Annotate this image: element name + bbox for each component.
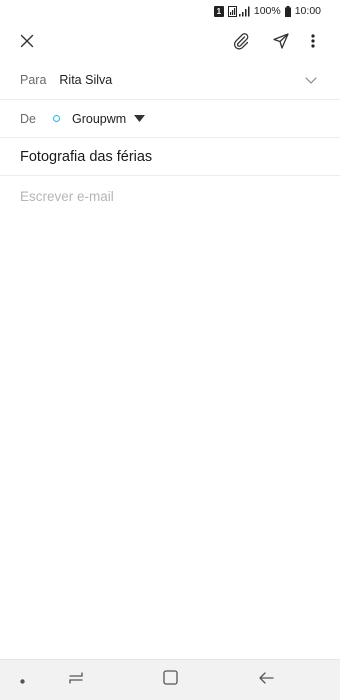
recent-apps-icon	[68, 671, 84, 690]
sim-badge: 1	[213, 5, 224, 17]
close-icon	[20, 34, 34, 53]
subject-text[interactable]: Fotografia das férias	[20, 149, 152, 165]
signal-icon	[227, 5, 250, 17]
from-account[interactable]: Groupwm	[72, 112, 126, 126]
attach-button[interactable]	[224, 26, 258, 60]
home-icon	[162, 670, 178, 690]
chevron-down-icon	[305, 71, 317, 89]
to-field-row[interactable]: Para Rita Silva	[0, 61, 340, 100]
subject-field[interactable]: Fotografia das férias	[0, 138, 340, 176]
close-button[interactable]	[10, 26, 44, 60]
navigation-bar	[0, 659, 340, 700]
recent-apps-button[interactable]	[54, 660, 98, 700]
paperclip-icon	[232, 32, 250, 55]
more-vertical-icon	[311, 33, 315, 53]
battery-icon	[284, 5, 291, 17]
battery-percent: 100%	[253, 5, 281, 17]
expand-recipients-button[interactable]	[300, 69, 322, 91]
status-bar: 1 100% 10:00	[0, 0, 340, 22]
body-placeholder: Escrever e-mail	[20, 189, 114, 204]
from-label: De	[20, 111, 36, 126]
more-options-button[interactable]	[296, 26, 330, 60]
back-icon	[258, 671, 274, 690]
send-icon	[272, 32, 290, 55]
account-indicator-icon	[52, 115, 60, 122]
to-label: Para	[20, 73, 47, 87]
from-field-row[interactable]: De Groupwm	[0, 100, 340, 138]
to-recipient[interactable]: Rita Silva	[59, 73, 112, 87]
email-body-input[interactable]: Escrever e-mail	[20, 180, 320, 659]
back-button[interactable]	[244, 660, 288, 700]
clock: 10:00	[294, 5, 321, 17]
home-button[interactable]	[148, 660, 192, 700]
dropdown-triangle-icon[interactable]	[134, 115, 146, 122]
compose-toolbar	[0, 26, 340, 60]
nav-dot-button[interactable]	[0, 660, 44, 700]
dot-icon	[19, 671, 25, 689]
send-button[interactable]	[264, 26, 298, 60]
